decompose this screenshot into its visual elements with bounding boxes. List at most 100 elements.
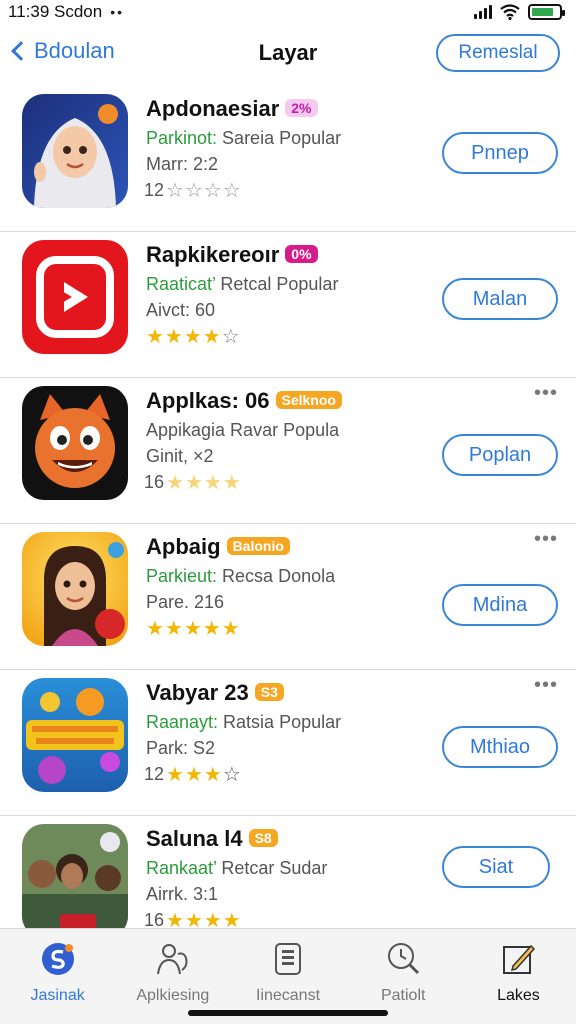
app-rating: 12 ☆☆☆☆ [144, 178, 242, 203]
app-action-button[interactable]: Mdina [442, 584, 558, 626]
app-rating: ★★★★☆ [144, 324, 241, 349]
app-icon-group-photo[interactable] [22, 824, 128, 938]
more-options-button[interactable]: ••• [534, 382, 558, 405]
app-action-button[interactable]: Mthiao [442, 726, 558, 768]
star-rating: ★★★★ [166, 470, 242, 495]
app-icon-girl[interactable] [22, 94, 128, 208]
globe-icon [38, 939, 78, 979]
list-item[interactable]: Rapkikereoır 0% Raaticat’ Retcal Popular … [0, 232, 576, 378]
list-item[interactable]: ••• Applkas: 06 Selknoo Appikagia Ravar P… [0, 378, 576, 524]
status-right [474, 4, 565, 20]
app-list: Apdonaesiar 2% Parkinot: Sareia Popular M… [0, 86, 576, 940]
app-meta: Ginit, ×2 [146, 446, 214, 466]
back-label: Bdoulan [34, 38, 115, 63]
app-subtitle-lead: Raaticat’ [146, 274, 216, 294]
app-subtitle-lead: Raanayt: [146, 712, 219, 732]
app-name-text: Apdonaesiar [146, 96, 280, 121]
tab-jasinak[interactable]: Jasinak [0, 929, 115, 1024]
app-action-button[interactable]: Siat [442, 846, 550, 888]
app-subtitle-rest: Recsa Donola [217, 566, 336, 586]
app-meta: Pare. 216 [146, 592, 225, 612]
status-bar: 11:39 Scdon •• [0, 0, 576, 24]
more-options-button[interactable]: ••• [534, 528, 558, 551]
app-subtitle: Appikagia Ravar Popula [146, 420, 339, 441]
stars-filled: ★★★★ [146, 326, 222, 348]
app-meta: Aivct: 60 [146, 300, 216, 320]
app-name: Rapkikereoır 0% [146, 242, 318, 268]
star-rating: ★★★☆ [166, 762, 242, 787]
app-icon-cat-emoji[interactable] [22, 386, 128, 500]
app-icon-cartoon[interactable] [22, 678, 128, 792]
status-dots: •• [110, 4, 125, 20]
app-name-text: Rapkikereoır [146, 242, 280, 267]
app-subtitle-rest: Retcar Sudar [216, 858, 328, 878]
stars-empty: ☆ [222, 764, 242, 786]
tab-label: Lakes [497, 987, 540, 1004]
app-badge: S3 [254, 683, 284, 701]
app-meta: Marr: 2:2 [146, 154, 219, 174]
document-icon [268, 939, 308, 979]
nav-right-button[interactable]: Remeslal [436, 34, 560, 72]
app-name-text: Apbaig [146, 534, 221, 559]
people-icon [153, 939, 193, 979]
app-action-button[interactable]: Poplan [442, 434, 558, 476]
app-subtitle-rest: Appikagia Ravar Popula [146, 420, 340, 440]
app-name: Apbaig Balonio [146, 534, 290, 560]
status-left: 11:39 Scdon •• [8, 2, 124, 22]
wifi-icon [500, 4, 520, 20]
search-icon [383, 939, 423, 979]
app-name: Vabyar 23 S3 [146, 680, 284, 706]
more-options-button[interactable]: ••• [534, 674, 558, 697]
home-indicator [188, 1010, 388, 1016]
list-item[interactable]: Apdonaesiar 2% Parkinot: Sareia Popular M… [0, 86, 576, 232]
list-item[interactable]: ••• Apbaig Balonio Parkieut: Recsa Donola… [0, 524, 576, 670]
app-icon-girl-yellow[interactable] [22, 532, 128, 646]
stars-filled: ★★★ [166, 764, 223, 786]
app-subtitle-lead: Parkinot: [146, 128, 218, 148]
app-rating: ★★★★★ [144, 616, 241, 641]
edit-icon [498, 939, 538, 979]
app-subtitle: Parkieut: Recsa Donola [146, 566, 335, 587]
tab-label: Patiolt [380, 987, 426, 1004]
list-item[interactable]: ••• Vabyar 23 S3 Raanayt: Ratsia Popular … [0, 670, 576, 816]
signal-icon [474, 5, 492, 19]
stars-filled: ★★★★ [166, 472, 242, 494]
app-subtitle-rest: Ratsia Popular [218, 712, 342, 732]
app-subtitle-lead: Rankaat’ [146, 858, 217, 878]
app-badge: Balonio [226, 537, 290, 555]
app-meta: Park: S2 [146, 738, 216, 758]
tab-lakes[interactable]: Lakes [461, 929, 576, 1024]
tab-label: Jasinak [30, 987, 85, 1004]
app-action-button[interactable]: Pnnep [442, 132, 558, 174]
app-meta: Airrk. 3:1 [146, 884, 219, 904]
app-subtitle-rest: Retcal Popular [215, 274, 339, 294]
app-badge: 2% [285, 99, 318, 117]
stars-filled: ★★★★★ [146, 618, 241, 640]
app-subtitle-lead: Parkieut: [146, 566, 218, 586]
app-name: Applkas: 06 Selknoo [146, 388, 342, 414]
app-subtitle-rest: Sareia Popular [217, 128, 342, 148]
star-rating: ☆☆☆☆ [166, 178, 242, 203]
app-badge: S8 [248, 829, 278, 847]
stars-empty: ☆ [221, 326, 241, 348]
app-badge: 0% [285, 245, 318, 263]
app-name: Saluna l4 S8 [146, 826, 278, 852]
app-rating: 16 ★★★★ [144, 470, 242, 495]
app-badge: Selknoo [275, 391, 342, 409]
app-rating: 12 ★★★☆ [144, 762, 242, 787]
app-action-button[interactable]: Malan [442, 278, 558, 320]
app-icon-play[interactable] [22, 240, 128, 354]
status-time: 11:39 Scdon [8, 2, 103, 21]
star-rating: ★★★★★ [146, 616, 241, 641]
app-subtitle: Raaticat’ Retcal Popular [146, 274, 338, 295]
app-subtitle: Raanayt: Ratsia Popular [146, 712, 341, 733]
star-rating: ★★★★☆ [146, 324, 241, 349]
app-name-text: Saluna l4 [146, 826, 243, 851]
navigation-bar: Bdoulan Layar Remeslal [0, 28, 576, 80]
battery-icon [528, 4, 565, 20]
app-name-text: Applkas: 06 [146, 388, 270, 413]
back-button[interactable]: Bdoulan [10, 38, 115, 64]
app-name: Apdonaesiar 2% [146, 96, 318, 122]
tab-label: Iinecanst [255, 987, 321, 1004]
list-item[interactable]: Saluna l4 S8 Rankaat’ Retcar Sudar Airrk.… [0, 816, 576, 940]
